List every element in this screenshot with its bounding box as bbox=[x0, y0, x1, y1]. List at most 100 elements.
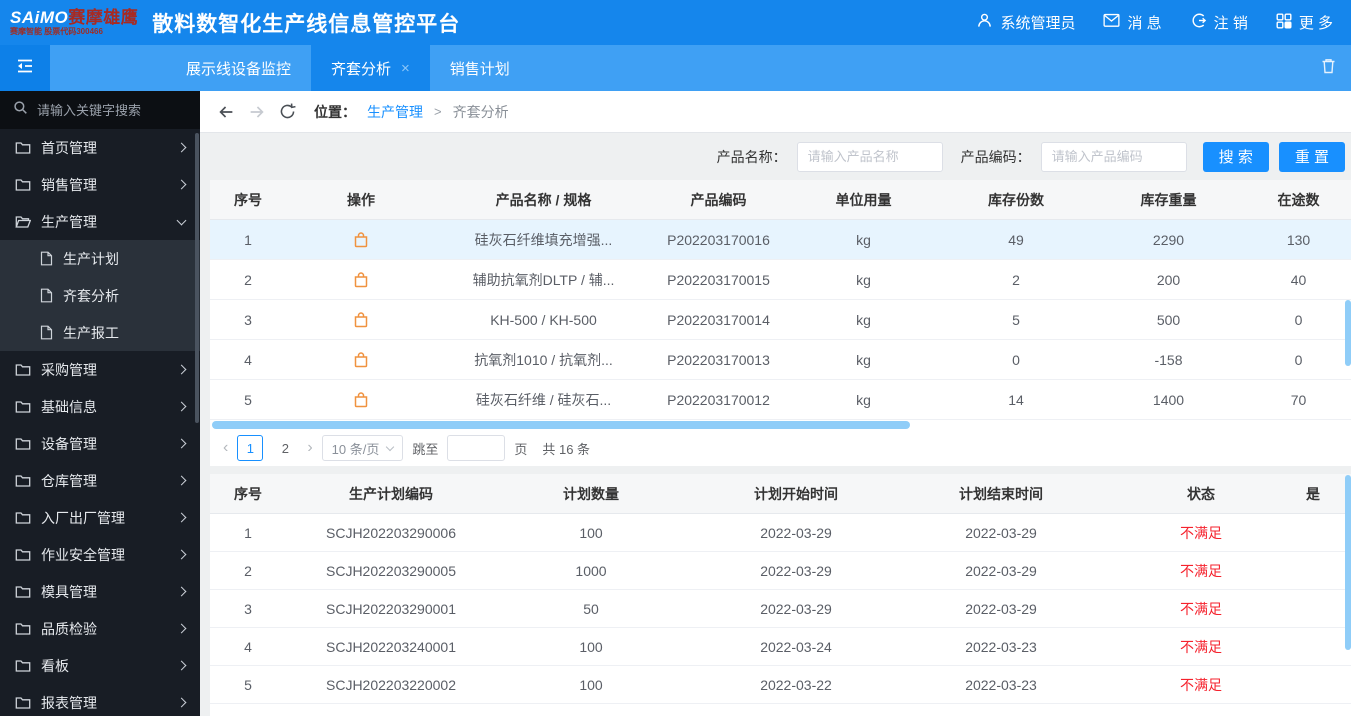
status-badge: 不满足 bbox=[1180, 638, 1222, 655]
stock-shares: 5 bbox=[1012, 311, 1020, 328]
product-name: 抗氧剂1010 / 抗氧剂... bbox=[474, 351, 613, 368]
sidebar-item-production-report[interactable]: 生产报工 bbox=[0, 314, 200, 351]
sidebar-item-purchasing[interactable]: 采购管理 bbox=[0, 351, 200, 388]
page-size-select[interactable]: 10 条/页 bbox=[321, 435, 404, 461]
sidebar-item-label: 看板 bbox=[41, 657, 69, 674]
tab-kitting-analysis[interactable]: 齐套分析 × bbox=[311, 45, 430, 91]
main-content: 位置： 生产管理 > 齐套分析 产品名称： 产品编码： 搜 索 重 置 序号 操… bbox=[200, 91, 1351, 716]
plan-end-date: 2022-03-29 bbox=[965, 562, 1037, 579]
bag-action-icon[interactable] bbox=[352, 231, 370, 249]
sidebar-item-production-plan[interactable]: 生产计划 bbox=[0, 240, 200, 277]
tab-close-icon[interactable]: × bbox=[401, 60, 410, 77]
next-page-icon[interactable]: › bbox=[307, 440, 312, 456]
horizontal-scrollbar-thumb[interactable] bbox=[212, 421, 910, 429]
stock-weight: 200 bbox=[1156, 271, 1181, 288]
search-button[interactable]: 搜 索 bbox=[1202, 141, 1269, 172]
sidebar-item-kitting-analysis[interactable]: 齐套分析 bbox=[0, 277, 200, 314]
breadcrumb-parent-link[interactable]: 生产管理 bbox=[367, 102, 423, 122]
table-row[interactable]: 2 SCJH202203290005 1000 2022-03-29 2022-… bbox=[210, 552, 1351, 590]
sidebar-item-label: 入厂出厂管理 bbox=[41, 509, 125, 526]
bag-action-icon[interactable] bbox=[352, 311, 370, 329]
refresh-icon[interactable] bbox=[278, 102, 297, 121]
sidebar-scrollbar[interactable] bbox=[195, 133, 199, 423]
row-index: 2 bbox=[244, 271, 252, 288]
sidebar-item-mold[interactable]: 模具管理 bbox=[0, 573, 200, 610]
sidebar-item-safety[interactable]: 作业安全管理 bbox=[0, 536, 200, 573]
sidebar-item-gate[interactable]: 入厂出厂管理 bbox=[0, 499, 200, 536]
product-name-input[interactable] bbox=[796, 141, 943, 172]
logout-menu[interactable]: 注 销 bbox=[1190, 12, 1248, 33]
col-header: 产品名称 / 规格 bbox=[495, 191, 592, 208]
sidebar-item-warehouse[interactable]: 仓库管理 bbox=[0, 462, 200, 499]
sidebar-collapse-button[interactable] bbox=[0, 45, 50, 91]
vertical-scrollbar-thumb-plans[interactable] bbox=[1345, 475, 1351, 650]
user-name: 系统管理员 bbox=[1000, 15, 1076, 32]
page-size-value: 10 条/页 bbox=[331, 441, 380, 457]
plan-end-date: 2022-03-29 bbox=[965, 524, 1037, 541]
table-row[interactable]: 4 SCJH202203240001 100 2022-03-24 2022-0… bbox=[210, 628, 1351, 666]
row-index: 1 bbox=[244, 231, 252, 248]
bag-action-icon[interactable] bbox=[352, 271, 370, 289]
jump-page-input[interactable] bbox=[447, 435, 506, 461]
sidebar-item-reports[interactable]: 报表管理 bbox=[0, 684, 200, 716]
reset-button[interactable]: 重 置 bbox=[1278, 141, 1345, 172]
tab-sales-plan[interactable]: 销售计划 bbox=[430, 45, 530, 91]
page-number-2[interactable]: 2 bbox=[272, 435, 298, 461]
more-menu[interactable]: 更 多 bbox=[1276, 12, 1333, 33]
sidebar-search-input[interactable] bbox=[37, 102, 182, 118]
tab-label: 齐套分析 bbox=[331, 60, 392, 78]
table-row[interactable]: 1 SCJH202203290006 100 2022-03-29 2022-0… bbox=[210, 514, 1351, 552]
status-badge: 不满足 bbox=[1180, 676, 1222, 693]
table-row[interactable]: 3 SCJH202203290001 50 2022-03-29 2022-03… bbox=[210, 590, 1351, 628]
messages-menu[interactable]: 消 息 bbox=[1103, 12, 1162, 33]
folder-icon bbox=[15, 437, 31, 451]
prev-page-icon[interactable]: ‹ bbox=[223, 440, 228, 456]
unit-usage: kg bbox=[856, 231, 871, 248]
tab-device-monitor[interactable]: 展示线设备监控 bbox=[166, 45, 311, 91]
panel-gap bbox=[200, 466, 1351, 474]
plans-panel: 序号 生产计划编码 计划数量 计划开始时间 计划结束时间 状态 是 1 SCJH… bbox=[210, 474, 1351, 716]
plan-end-date: 2022-03-23 bbox=[965, 676, 1037, 693]
forward-icon[interactable] bbox=[247, 102, 267, 122]
vertical-scrollbar-thumb-products[interactable] bbox=[1345, 300, 1351, 366]
stock-shares: 49 bbox=[1008, 231, 1024, 248]
tab-label: 销售计划 bbox=[449, 60, 510, 78]
table-row[interactable]: 4 抗氧剂1010 / 抗氧剂... P202203170013 kg 0 -1… bbox=[210, 340, 1351, 380]
table-row[interactable]: 5 SCJH202203220002 100 2022-03-22 2022-0… bbox=[210, 666, 1351, 704]
chevron-right-icon bbox=[176, 475, 187, 486]
bag-action-icon[interactable] bbox=[352, 351, 370, 369]
sidebar-item-quality[interactable]: 品质检验 bbox=[0, 610, 200, 647]
logo-line1: SAiMO赛摩雄鹰 bbox=[10, 9, 138, 26]
grid-more-icon bbox=[1276, 13, 1292, 33]
product-code-input[interactable] bbox=[1040, 141, 1187, 172]
user-menu[interactable]: 系统管理员 bbox=[976, 12, 1075, 33]
table-row[interactable]: 3 KH-500 / KH-500 P202203170014 kg 5 500… bbox=[210, 300, 1351, 340]
row-index: 3 bbox=[244, 311, 252, 328]
table-row[interactable]: 5 硅灰石纤维 / 硅灰石... P202203170012 kg 14 140… bbox=[210, 380, 1351, 420]
stock-weight: 1400 bbox=[1152, 391, 1185, 408]
products-panel: 序号 操作 产品名称 / 规格 产品编码 单位用量 库存份数 库存重量 在途数 … bbox=[210, 180, 1351, 466]
close-all-tabs-button[interactable] bbox=[1320, 57, 1337, 80]
page-number-1[interactable]: 1 bbox=[237, 435, 264, 461]
chevron-right-icon bbox=[176, 401, 187, 412]
table-row[interactable]: 1 硅灰石纤维填充增强... P202203170016 kg 49 2290 … bbox=[210, 220, 1351, 260]
folder-icon bbox=[15, 474, 31, 488]
product-code-label: 产品编码： bbox=[960, 148, 1031, 165]
sidebar-item-equipment[interactable]: 设备管理 bbox=[0, 425, 200, 462]
company-logo[interactable]: SAiMO赛摩雄鹰 赛摩智能 股票代码300466 bbox=[10, 9, 138, 36]
folder-icon bbox=[15, 141, 31, 155]
plan-end-date: 2022-03-29 bbox=[965, 600, 1037, 617]
back-icon[interactable] bbox=[216, 102, 236, 122]
folder-icon bbox=[15, 585, 31, 599]
sidebar-item-home[interactable]: 首页管理 bbox=[0, 129, 200, 166]
table-row[interactable]: 2 辅助抗氧剂DLTP / 辅... P202203170015 kg 2 20… bbox=[210, 260, 1351, 300]
chevron-right-icon bbox=[176, 623, 187, 634]
sidebar-item-dashboard[interactable]: 看板 bbox=[0, 647, 200, 684]
plans-table: 序号 生产计划编码 计划数量 计划开始时间 计划结束时间 状态 是 1 SCJH… bbox=[210, 474, 1351, 704]
sidebar-item-sales[interactable]: 销售管理 bbox=[0, 166, 200, 203]
sidebar-item-basic-info[interactable]: 基础信息 bbox=[0, 388, 200, 425]
breadcrumb-separator: > bbox=[434, 104, 442, 119]
bag-action-icon[interactable] bbox=[352, 391, 370, 409]
stock-shares: 14 bbox=[1008, 391, 1024, 408]
sidebar-item-production[interactable]: 生产管理 bbox=[0, 203, 200, 240]
